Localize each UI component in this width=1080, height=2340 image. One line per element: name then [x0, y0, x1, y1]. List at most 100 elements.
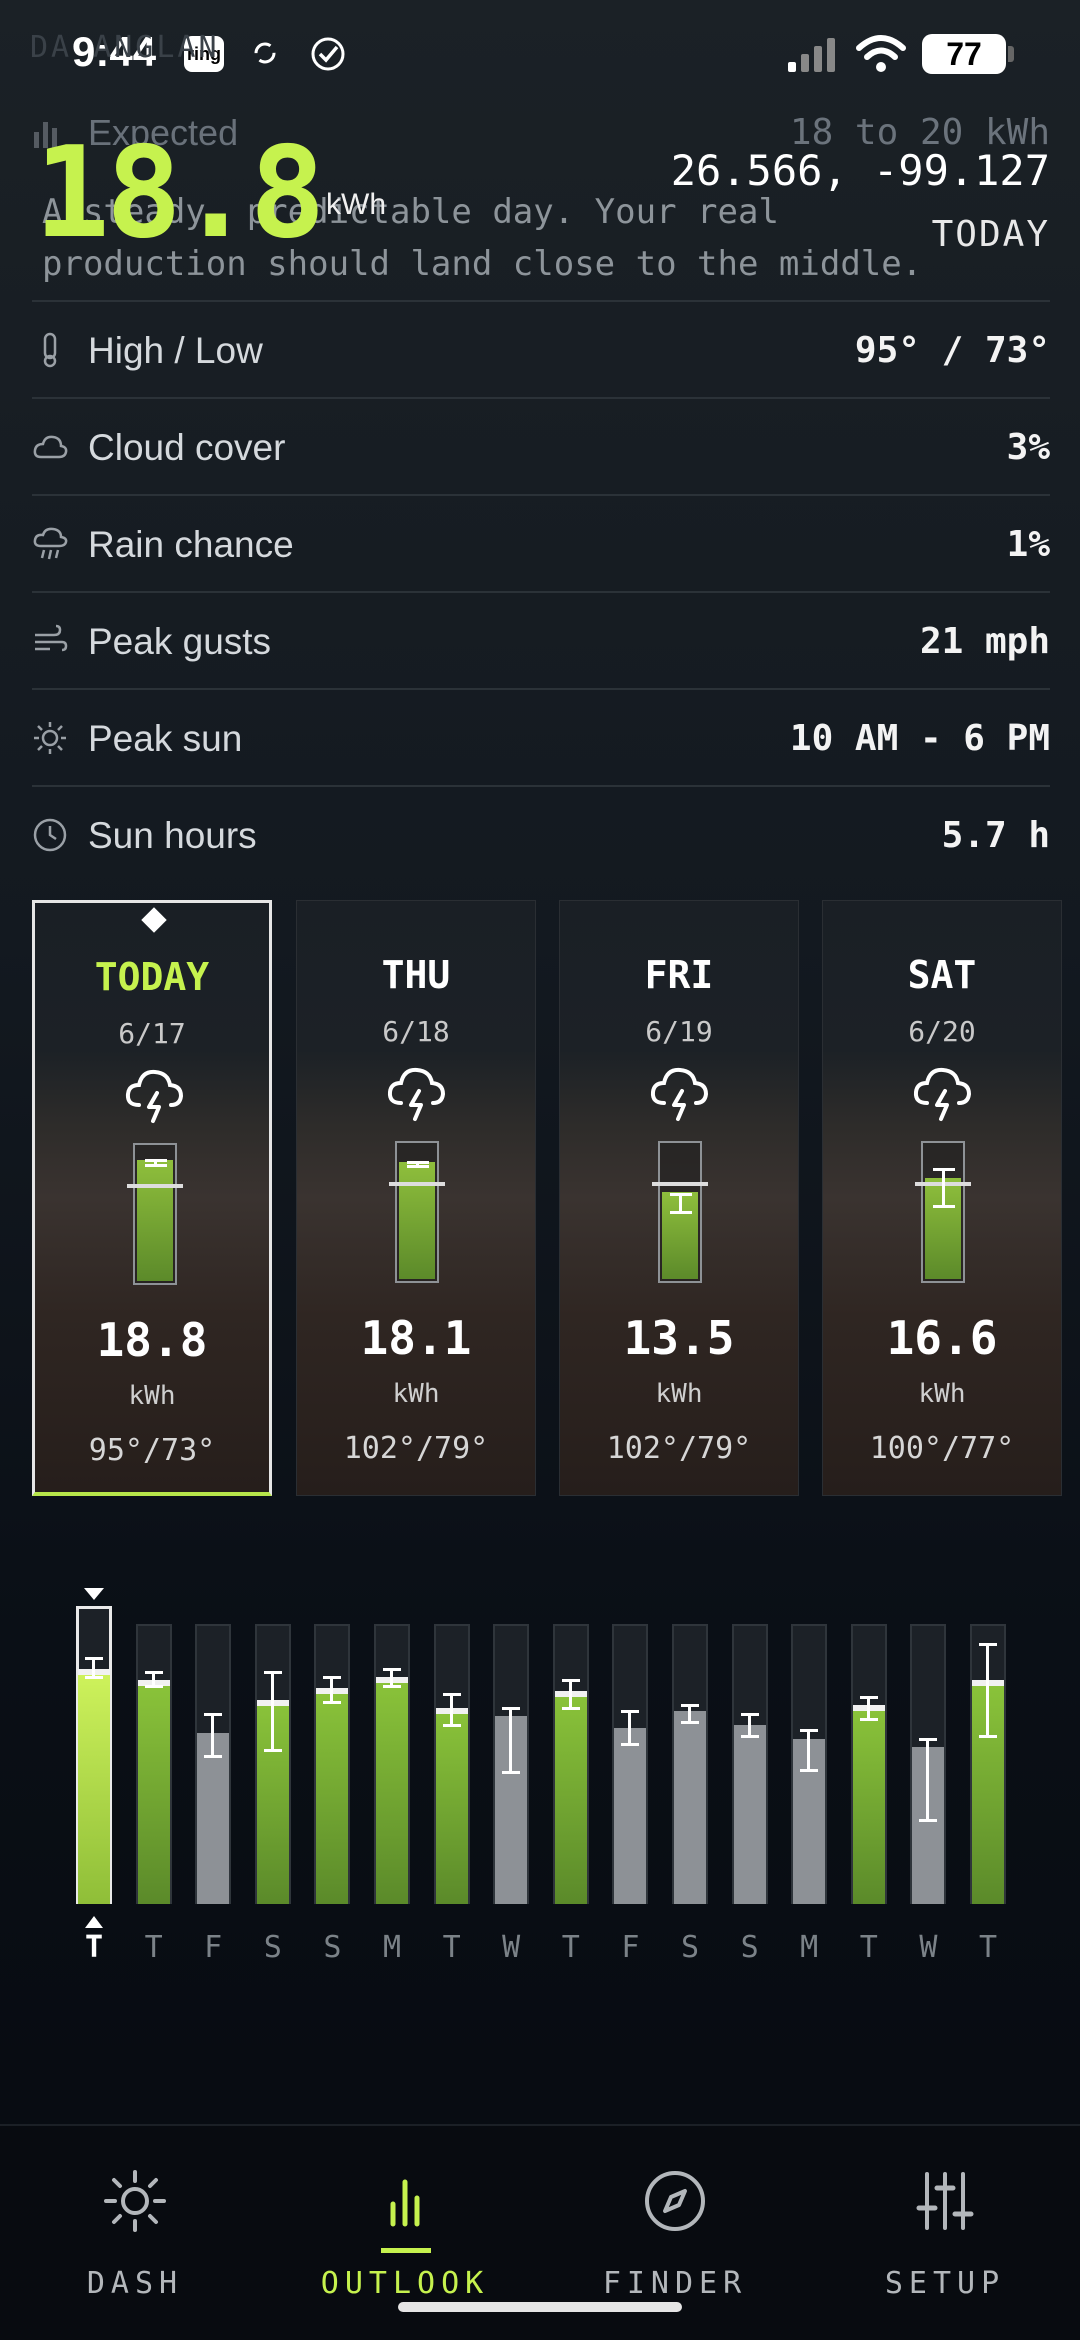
gauge-range-high-cap: [145, 1158, 167, 1162]
bar-range-low-cap: [919, 1819, 938, 1822]
card-date: 6/17: [118, 1017, 186, 1050]
detail-row-high-low: High / Low 95° / 73°: [32, 300, 1050, 397]
card-temps: 95°/73°: [88, 1433, 216, 1468]
bar-range-line: [449, 1694, 453, 1725]
bar-range-line: [807, 1730, 811, 1770]
clock-icon: [33, 818, 67, 852]
bar-range-low-cap: [204, 1754, 223, 1758]
battery-tip: [1008, 46, 1014, 62]
thermometer-icon: [43, 332, 57, 368]
nav-outlook[interactable]: OUTLOOK: [270, 2156, 540, 2306]
day-card-today[interactable]: TODAY 6/17 18.8 kWh 95°/73°: [32, 900, 272, 1496]
bar-range-line: [211, 1713, 215, 1756]
day-card-sat[interactable]: SAT 6/20 16.6 kWh 100°/77°: [822, 900, 1062, 1496]
bar-day-label: T: [978, 1930, 998, 1965]
bar-range-line: [688, 1705, 691, 1722]
card-day: THU: [381, 953, 451, 997]
card-gauge: [127, 1143, 183, 1285]
sixteen-day-forecast-chart: TTFSSMTWTFSSMTWT: [60, 1580, 1020, 1980]
bar-range-low-cap: [263, 1749, 282, 1752]
gauge-range-low-cap: [407, 1165, 429, 1169]
bar-range-high-cap: [561, 1679, 580, 1682]
bar-range-line: [866, 1696, 870, 1720]
forecast-bar[interactable]: S: [314, 1580, 351, 1980]
nav-label: DASH: [86, 2266, 184, 2301]
thunderstorm-icon: [913, 1067, 972, 1121]
forecast-bar[interactable]: T: [970, 1580, 1006, 1980]
forecast-bar[interactable]: S: [254, 1580, 291, 1980]
forecast-bar[interactable]: M: [791, 1580, 828, 1980]
bar-fill: [137, 1680, 170, 1904]
nav-label: SETUP: [884, 2266, 1006, 2301]
bar-range-high-cap: [919, 1737, 938, 1741]
bar-fill: [197, 1733, 230, 1904]
gauge-range-high-cap: [670, 1192, 692, 1196]
detail-row-rain-chance: Rain chance 1%: [32, 494, 1050, 591]
bar-day-label: S: [323, 1930, 342, 1965]
rain-icon: [33, 527, 68, 560]
nav-finder[interactable]: FINDER: [540, 2156, 810, 2306]
forecast-bar[interactable]: S: [731, 1580, 768, 1980]
bar-range-line: [390, 1668, 393, 1686]
bar-day-label: F: [621, 1930, 640, 1965]
bar-day-label: S: [740, 1930, 759, 1965]
cellular-signal-icon: [788, 38, 835, 72]
forecast-bar[interactable]: W: [910, 1580, 947, 1980]
card-gauge: [652, 1141, 708, 1283]
bar-range-line: [628, 1710, 632, 1745]
card-kwh: 16.6: [886, 1311, 998, 1365]
selected-diamond-icon: [141, 907, 167, 933]
sync-icon: [254, 42, 276, 64]
card-temps: 102°/79°: [606, 1431, 752, 1466]
selected-marker-bottom-icon: [85, 1916, 103, 1928]
forecast-bar[interactable]: T: [433, 1580, 470, 1980]
nav-setup[interactable]: SETUP: [810, 2156, 1080, 2306]
forecast-bar[interactable]: F: [612, 1580, 649, 1980]
day-card-thu[interactable]: THU 6/18 18.1 kWh 102°/79°: [296, 900, 536, 1496]
nav-dash[interactable]: DASH: [0, 2156, 270, 2306]
forecast-bar[interactable]: M: [374, 1580, 410, 1980]
bar-fill: [316, 1688, 349, 1904]
forecast-bar[interactable]: S: [672, 1580, 708, 1980]
bar-day-label: S: [680, 1930, 700, 1965]
bar-range-low-cap: [681, 1721, 699, 1724]
forecast-bar[interactable]: T: [552, 1580, 589, 1980]
bar-fill: [435, 1708, 468, 1904]
day-cards: TODAY 6/17 18.8 kWh 95°/73° THU 6/18 18.…: [32, 898, 1062, 1498]
bar-range-line: [926, 1738, 930, 1820]
gauge-typical-mark: [652, 1181, 708, 1186]
sun-icon: [104, 2170, 166, 2232]
card-day: TODAY: [94, 955, 210, 999]
bar-range-low-cap: [323, 1701, 342, 1705]
bar-range-low-cap: [144, 1684, 163, 1688]
battery-indicator: 77: [922, 34, 1006, 74]
bar-range-line: [568, 1680, 572, 1708]
day-card-fri[interactable]: FRI 6/19 13.5 kWh 102°/79°: [559, 900, 799, 1496]
bar-range-line: [330, 1677, 334, 1703]
gauge-range-low-cap: [670, 1210, 692, 1214]
card-kwh: 13.5: [623, 1311, 735, 1365]
gauge-typical-mark: [389, 1181, 445, 1186]
forecast-bar[interactable]: F: [195, 1580, 232, 1980]
detail-label: Peak sun: [88, 718, 243, 759]
bar-range-low-cap: [442, 1723, 461, 1727]
forecast-bar[interactable]: T: [135, 1580, 172, 1980]
location-coordinates: 26.566, -99.127: [670, 146, 1050, 195]
forecast-bar[interactable]: T: [850, 1580, 887, 1980]
bar-range-high-cap: [144, 1670, 163, 1674]
detail-row-peak-gusts: Peak gusts 21 mph: [32, 591, 1050, 688]
bar-range-line: [270, 1671, 274, 1750]
detail-label: Peak gusts: [88, 621, 272, 662]
bar-range-high-cap: [681, 1704, 699, 1708]
bar-day-label: T: [442, 1930, 461, 1965]
bar-day-label: M: [382, 1930, 402, 1965]
card-date: 6/18: [382, 1015, 450, 1048]
bar-range-line: [509, 1708, 513, 1773]
gauge-range-low-cap: [145, 1164, 167, 1168]
home-indicator[interactable]: [398, 2302, 682, 2312]
forecast-bar[interactable]: W: [493, 1580, 530, 1980]
bar-day-label: T: [144, 1930, 163, 1965]
bar-range-low-cap: [740, 1735, 759, 1738]
bar-day-label: W: [502, 1930, 521, 1965]
detail-value: 1%: [1006, 524, 1050, 565]
